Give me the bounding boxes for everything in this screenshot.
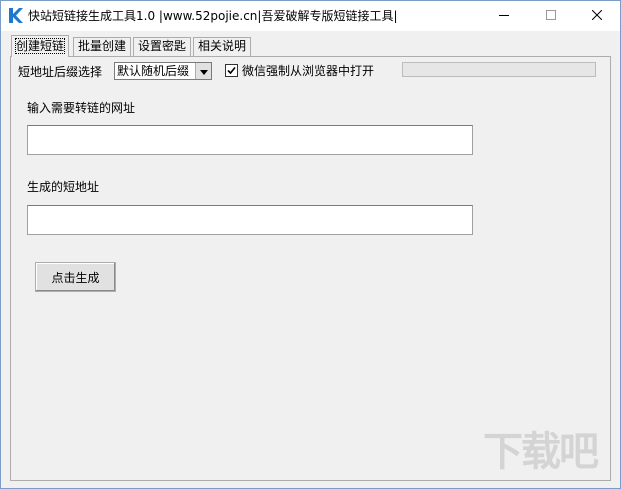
wechat-browser-checkbox[interactable] [225,64,238,77]
tab-label: 相关说明 [198,39,247,53]
suffix-selected-value: 默认随机后缀 [117,64,190,78]
progress-bar [402,62,596,77]
app-logo-icon [7,7,24,24]
suffix-select[interactable]: 默认随机后缀 [114,62,212,80]
chevron-down-icon [199,64,208,78]
tab-set-key[interactable]: 设置密匙 [133,37,192,56]
title-bar[interactable]: 快站短链接生成工具1.0 |www.52pojie.cn|吾爱破解专版短链接工具… [1,1,620,31]
wechat-browser-label[interactable]: 微信强制从浏览器中打开 [242,63,374,79]
suffix-label: 短地址后缀选择 [18,65,103,79]
tab-label: 设置密匙 [138,39,187,53]
watermark-text: 下载吧 [483,429,599,475]
tab-label: 创建短链 [14,38,66,54]
checkmark-icon [227,64,236,78]
app-window: 快站短链接生成工具1.0 |www.52pojie.cn|吾爱破解专版短链接工具… [0,0,621,489]
tab-batch-create[interactable]: 批量创建 [73,37,132,56]
tab-panel-create: 短地址后缀选择 默认随机后缀 微信强制从浏览器中打开 输入需要转链的网址 生成的… [10,56,611,481]
close-button[interactable] [574,1,620,31]
minimize-button[interactable] [481,1,527,31]
tab-about[interactable]: 相关说明 [193,37,252,56]
url-input[interactable] [27,125,473,155]
short-url-output[interactable] [27,205,473,235]
minimize-icon [499,9,509,23]
tab-label: 批量创建 [78,39,127,53]
generate-button[interactable]: 点击生成 [35,262,116,292]
tab-create-short-link[interactable]: 创建短链 [11,35,70,57]
maximize-button[interactable] [528,1,574,31]
short-url-label: 生成的短地址 [27,180,100,194]
window-title: 快站短链接生成工具1.0 |www.52pojie.cn|吾爱破解专版短链接工具… [28,9,398,23]
close-icon [591,9,603,23]
input-url-label: 输入需要转链的网址 [27,101,136,115]
watermark-logo: 下载吧 [483,427,615,482]
maximize-icon [546,9,556,23]
dropdown-arrow-button[interactable] [195,63,211,79]
